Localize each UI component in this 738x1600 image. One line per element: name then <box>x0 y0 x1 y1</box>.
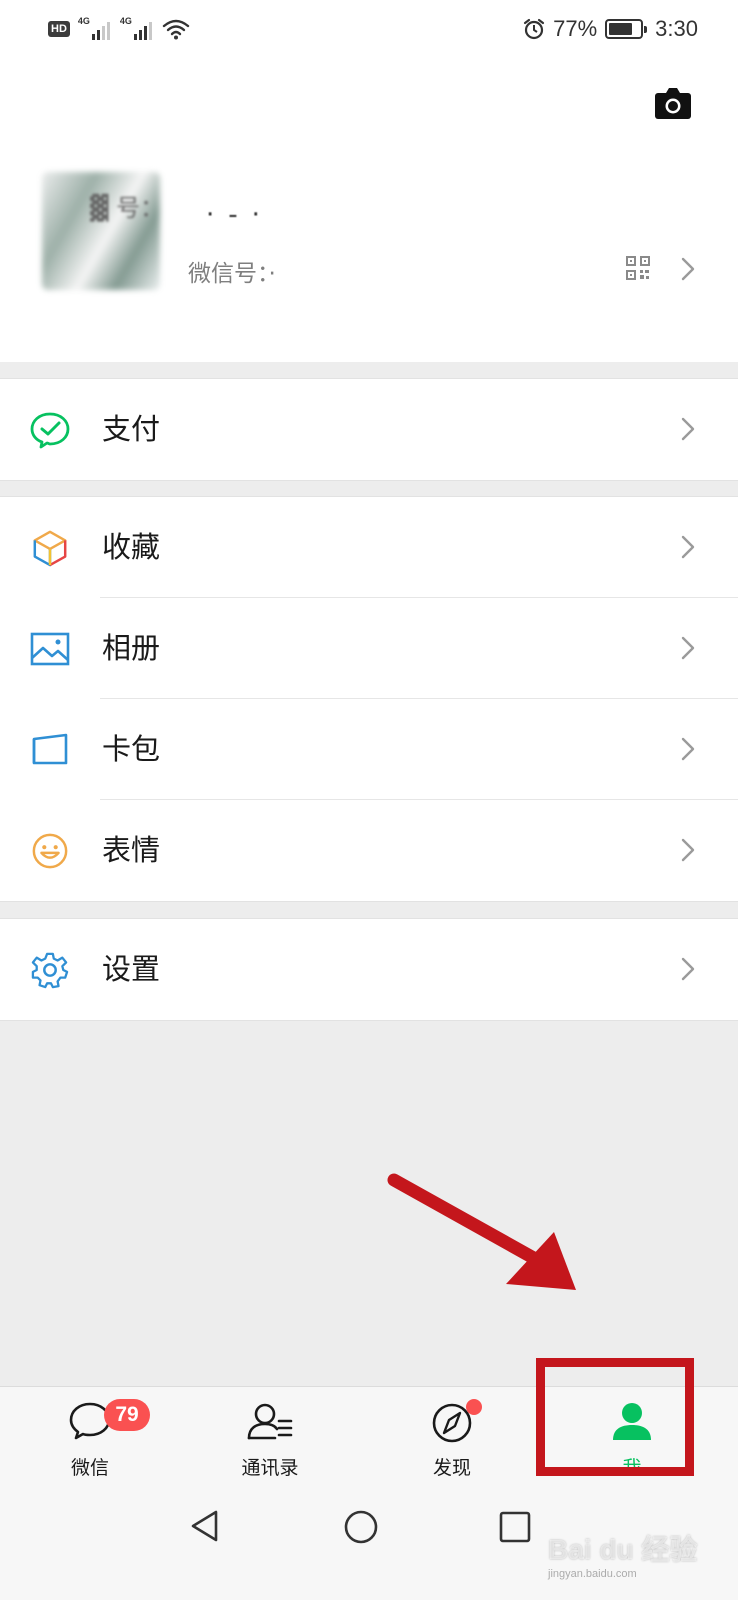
menu-item-favorites[interactable]: 收藏 <box>0 497 738 598</box>
tab-label-contacts: 通讯录 <box>241 1457 299 1479</box>
profile-header[interactable]: ▓ 号： ·-· 微信号：· <box>0 60 738 362</box>
menu-label-stickers: 表情 <box>102 833 161 867</box>
status-left: HD 4G 4G <box>48 16 190 40</box>
menu-label-cards: 卡包 <box>102 732 161 766</box>
chevron-right-icon <box>681 535 695 559</box>
menu-item-cards[interactable]: 卡包 <box>0 699 738 800</box>
watermark: Bai du 经验 jingyan.baidu.com <box>548 1528 697 1580</box>
menu-item-stickers[interactable]: 表情 <box>0 800 738 901</box>
back-icon[interactable] <box>188 1508 224 1544</box>
wechat-pay-icon <box>30 412 70 449</box>
menu-group-pay: 支付 <box>0 378 738 481</box>
home-icon[interactable] <box>342 1508 380 1546</box>
battery-level <box>609 23 633 35</box>
card-icon <box>32 733 68 765</box>
network-type: 4G <box>77 16 90 26</box>
menu-group-settings: 设置 <box>0 918 738 1021</box>
menu-label-settings: 设置 <box>102 952 161 986</box>
unread-badge: 79 <box>104 1399 150 1431</box>
recents-icon[interactable] <box>498 1510 532 1544</box>
smiley-icon <box>32 833 68 869</box>
annotation-highlight-box <box>536 1358 694 1476</box>
menu-group-content: 收藏 相册 卡包 表情 <box>0 496 738 902</box>
status-right: 77% 3:30 <box>523 16 698 42</box>
tab-discover[interactable]: 发现 <box>382 1387 522 1489</box>
alarm-icon <box>524 18 545 40</box>
clock: 3:30 <box>655 16 698 41</box>
battery-percent: 77% <box>553 16 598 41</box>
hd-badge: HD <box>48 21 70 37</box>
chevron-right-icon <box>681 636 695 660</box>
menu-label-pay: 支付 <box>102 412 161 446</box>
chevron-right-icon <box>681 737 695 761</box>
menu-item-pay[interactable]: 支付 <box>0 379 738 480</box>
menu-label-favorites: 收藏 <box>102 530 161 564</box>
watermark-main: Bai du 经验 <box>548 1534 698 1565</box>
tab-label-discover: 发现 <box>432 1457 471 1479</box>
qr-code-icon[interactable] <box>626 256 650 280</box>
nickname-redacted-dots: ·-· <box>206 200 274 230</box>
cube-icon <box>33 530 67 567</box>
annotation-arrow <box>387 1173 576 1290</box>
gear-icon <box>31 952 69 989</box>
tab-contacts[interactable]: 通讯录 <box>200 1387 340 1489</box>
status-bar: HD 4G 4G 77% 3:30 <box>0 0 738 60</box>
wifi-icon <box>162 19 190 40</box>
notification-dot <box>466 1399 482 1415</box>
wechat-id-label: 微信号：· <box>188 261 276 287</box>
camera-icon[interactable] <box>654 86 692 120</box>
signal-icon: 4G <box>77 16 112 40</box>
menu-item-settings[interactable]: 设置 <box>0 919 738 1020</box>
signal-icon: 4G <box>119 16 154 40</box>
chevron-right-icon <box>681 957 695 981</box>
tab-chats[interactable]: 79 微信 <box>20 1387 160 1489</box>
chevron-right-icon <box>681 257 695 281</box>
contacts-icon <box>247 1403 293 1440</box>
picture-icon <box>30 632 70 666</box>
menu-item-album[interactable]: 相册 <box>0 598 738 699</box>
tab-label-chats: 微信 <box>70 1457 109 1479</box>
battery-icon <box>605 19 648 39</box>
watermark-sub: jingyan.baidu.com <box>548 1568 637 1580</box>
network-type-2: 4G <box>119 16 132 26</box>
chevron-right-icon <box>681 417 695 441</box>
nickname-redacted: ▓ 号： <box>90 194 165 222</box>
chevron-right-icon <box>681 838 695 862</box>
menu-label-album: 相册 <box>102 631 161 665</box>
